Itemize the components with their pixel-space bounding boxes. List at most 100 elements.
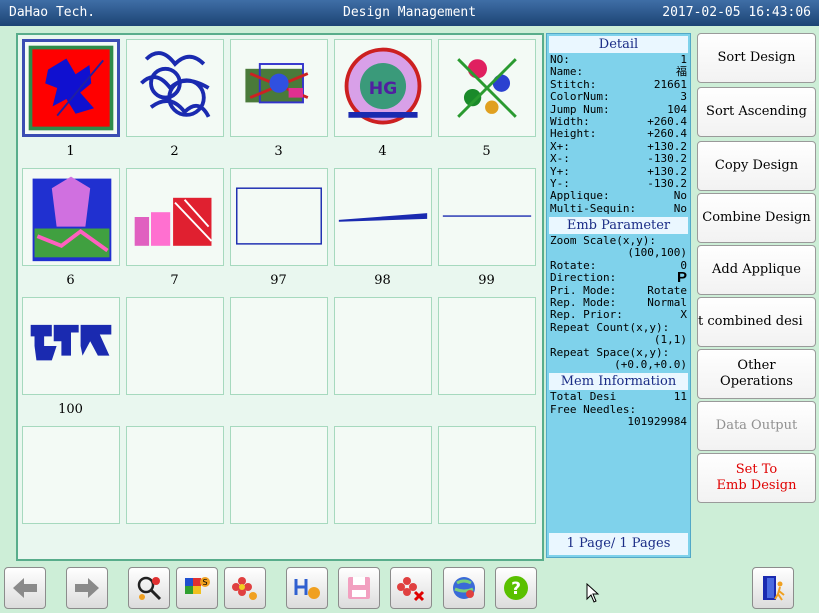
datetime: 2017-02-05 16:43:06	[662, 5, 811, 20]
design-thumbnail	[230, 297, 328, 395]
design-cell-100[interactable]: 100	[20, 295, 121, 422]
design-label: 6	[66, 273, 75, 288]
design-thumbnail	[126, 168, 224, 266]
previous-page-button[interactable]	[4, 567, 46, 609]
design-cell-empty[interactable]	[228, 295, 329, 422]
design-thumbnail: HG	[334, 39, 432, 137]
applique-button[interactable]	[286, 567, 328, 609]
free-needles-label-row: Free Needles:	[547, 404, 690, 416]
design-cell-97[interactable]: 97	[228, 166, 329, 293]
design-label: 2	[170, 144, 179, 159]
design-label: 3	[274, 144, 283, 159]
search-design-button[interactable]	[128, 567, 170, 609]
design-label: 7	[170, 273, 179, 288]
exit-door-icon	[763, 576, 785, 601]
design-thumbnail	[438, 39, 536, 137]
save-disk-icon	[348, 577, 370, 599]
design-preview-icon	[245, 63, 309, 104]
free-needles-label: Free Needles:	[550, 403, 637, 416]
delete-flower-icon	[397, 577, 425, 602]
design-cell-empty[interactable]	[228, 424, 329, 551]
combined-design-button[interactable]: t combined desi	[697, 297, 816, 347]
bottom-toolbar: S ?	[0, 563, 819, 613]
detail-key: Multi-Sequin:	[550, 202, 637, 215]
rotate-value: 0	[680, 259, 687, 272]
color-grid-button[interactable]: S	[176, 567, 218, 609]
design-cell-empty[interactable]	[332, 295, 433, 422]
set-to-emb-design-button[interactable]: Set To Emb Design	[697, 453, 816, 503]
copy-design-button[interactable]: Copy Design	[697, 141, 816, 191]
detail-key: Name:	[550, 66, 584, 79]
total-designs-row: Total Desi 11	[547, 391, 690, 403]
design-cell-empty[interactable]	[436, 295, 537, 422]
design-cell-1[interactable]: 1	[20, 37, 121, 164]
detail-row-sequin: Multi-Sequin: No	[547, 203, 690, 215]
color-grid-icon: S	[185, 577, 210, 594]
next-page-button[interactable]	[66, 567, 108, 609]
rotate-row: Rotate: 0	[547, 260, 690, 272]
other-operations-button[interactable]: Other Operations	[697, 349, 816, 399]
pri-mode-label: Pri. Mode:	[550, 284, 617, 297]
emb-parameter-title: Emb Parameter	[549, 217, 688, 235]
network-icon	[453, 577, 475, 599]
sort-design-button[interactable]: Sort Design	[697, 33, 816, 83]
help-button[interactable]: ?	[495, 567, 537, 609]
design-thumbnail	[126, 297, 224, 395]
repeat-space-value-row: (+0.0,+0.0)	[547, 359, 690, 371]
zoom-scale-value: (100,100)	[627, 247, 687, 260]
detail-value: +130.2	[647, 165, 687, 178]
flower-settings-button[interactable]	[224, 567, 266, 609]
design-thumbnail	[438, 168, 536, 266]
arrow-right-icon	[75, 578, 99, 598]
detail-value: 104	[667, 103, 687, 116]
svg-text:?: ?	[511, 579, 521, 599]
repeat-count-value: (1,1)	[653, 334, 687, 347]
rotate-label: Rotate:	[550, 259, 597, 272]
detail-key: Height:	[550, 128, 597, 141]
design-preview-icon: HG	[344, 47, 422, 125]
design-cell-3[interactable]: 3	[228, 37, 329, 164]
detail-key: Width:	[550, 115, 590, 128]
design-label: 98	[374, 273, 391, 288]
design-label: 1	[66, 144, 75, 159]
design-preview-icon	[32, 176, 112, 262]
design-cell-99[interactable]: 99	[436, 166, 537, 293]
network-button[interactable]	[443, 567, 485, 609]
combine-design-button[interactable]: Combine Design	[697, 193, 816, 243]
design-grid: 1 2 3 HG 4 5 6 7 97 98 99 100	[16, 33, 544, 561]
design-preview-icon	[30, 324, 112, 361]
design-cell-empty[interactable]	[20, 424, 121, 551]
exit-button[interactable]	[752, 567, 794, 609]
help-icon: ?	[504, 576, 528, 600]
design-cell-7[interactable]: 7	[124, 166, 225, 293]
data-output-button[interactable]: Data Output	[697, 401, 816, 451]
direction-row: Direction: P	[547, 272, 690, 284]
repeat-count-label: Repeat Count(x,y):	[550, 321, 670, 334]
detail-value: +130.2	[647, 140, 687, 153]
page-indicator: 1 Page/ 1 Pages	[549, 533, 688, 555]
design-cell-empty[interactable]	[124, 295, 225, 422]
design-cell-5[interactable]: 5	[436, 37, 537, 164]
company-name: DaHao Tech.	[9, 5, 96, 20]
design-cell-4[interactable]: HG 4	[332, 37, 433, 164]
save-button[interactable]	[338, 567, 380, 609]
mem-information-title: Mem Information	[549, 373, 688, 391]
design-preview-icon	[236, 187, 322, 245]
design-cell-empty[interactable]	[124, 424, 225, 551]
design-cell-empty[interactable]	[332, 424, 433, 551]
detail-row-colornum: ColorNum: 3	[547, 91, 690, 103]
sort-ascending-button[interactable]: Sort Ascending	[697, 87, 816, 137]
rep-prior-row: Rep. Prior: X	[547, 309, 690, 321]
detail-value: +260.4	[647, 128, 687, 141]
design-cell-6[interactable]: 6	[20, 166, 121, 293]
design-cell-2[interactable]: 2	[124, 37, 225, 164]
pri-mode-value: Rotate	[647, 284, 687, 297]
design-cell-empty[interactable]	[436, 424, 537, 551]
detail-key: Y+:	[550, 165, 570, 178]
add-applique-button[interactable]: Add Applique	[697, 245, 816, 295]
delete-design-button[interactable]	[390, 567, 432, 609]
design-label: 4	[378, 144, 387, 159]
design-cell-98[interactable]: 98	[332, 166, 433, 293]
svg-text:S: S	[202, 578, 207, 587]
repeat-space-value: (+0.0,+0.0)	[614, 358, 687, 371]
